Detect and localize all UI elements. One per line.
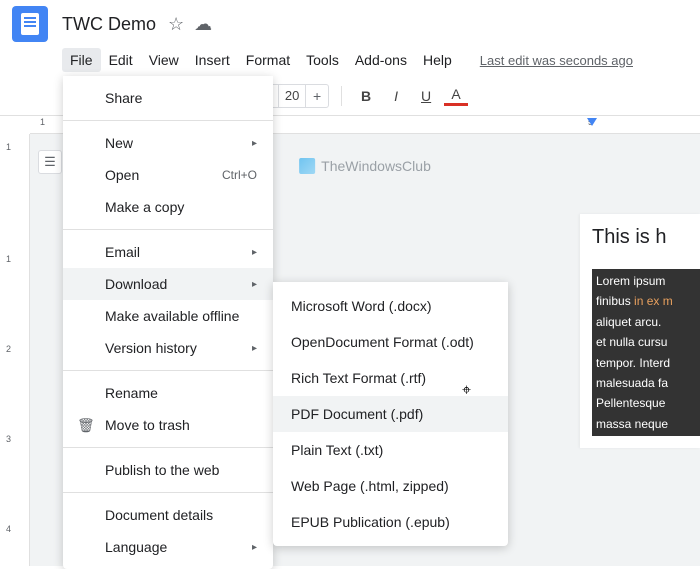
ruler-marker-icon[interactable] [587,118,597,126]
bold-button[interactable]: B [354,84,378,108]
last-edit-link[interactable]: Last edit was seconds ago [480,53,633,68]
download-submenu[interactable]: Microsoft Word (.docx) OpenDocument Form… [273,282,508,546]
file-menu-dropdown[interactable]: Share New▸ OpenCtrl+O Make a copy Email▸… [63,76,273,569]
menu-share[interactable]: Share [63,82,273,114]
chevron-right-icon: ▸ [252,279,257,290]
watermark-icon [299,158,315,174]
chevron-right-icon: ▸ [252,542,257,553]
size-increase-button[interactable]: + [306,85,328,107]
menu-offline[interactable]: Make available offline [63,300,273,332]
menu-rename[interactable]: Rename [63,377,273,409]
ruler-label: 1 [6,142,11,152]
menu-tools[interactable]: Tools [298,48,347,72]
menu-view[interactable]: View [141,48,187,72]
ruler-label: 1 [6,254,11,264]
ruler-label: 2 [6,344,11,354]
size-value[interactable]: 20 [278,85,306,107]
menu-email[interactable]: Email▸ [63,236,273,268]
ruler-label: 1 [40,117,45,127]
docs-logo-icon[interactable] [12,6,48,42]
download-rtf[interactable]: Rich Text Format (.rtf) [273,360,508,396]
chevron-right-icon: ▸ [252,343,257,354]
separator [63,370,273,371]
page-heading[interactable]: This is h [592,226,700,249]
vertical-ruler[interactable]: 1 1 2 3 4 [0,134,30,566]
menu-new[interactable]: New▸ [63,127,273,159]
menu-download[interactable]: Download▸ [63,268,273,300]
ruler-label: 4 [6,524,11,534]
download-txt[interactable]: Plain Text (.txt) [273,432,508,468]
menu-document-details[interactable]: Document details [63,499,273,531]
mouse-cursor-icon: ⌖ [462,382,471,400]
menu-file[interactable]: File [62,48,101,72]
download-pdf[interactable]: PDF Document (.pdf) [273,396,508,432]
download-epub[interactable]: EPUB Publication (.epub) [273,504,508,540]
document-title[interactable]: TWC Demo [62,14,156,35]
separator [63,447,273,448]
ruler-label: 3 [6,434,11,444]
italic-button[interactable]: I [384,84,408,108]
menu-help[interactable]: Help [415,48,460,72]
download-odt[interactable]: OpenDocument Format (.odt) [273,324,508,360]
separator [63,120,273,121]
menu-format[interactable]: Format [238,48,298,72]
watermark: TheWindowsClub [299,158,431,174]
separator [63,492,273,493]
download-docx[interactable]: Microsoft Word (.docx) [273,288,508,324]
chevron-right-icon: ▸ [252,247,257,258]
star-icon[interactable]: ☆ [168,14,184,35]
separator [63,229,273,230]
underline-button[interactable]: U [414,84,438,108]
text-color-button[interactable]: A [444,86,468,106]
menu-make-copy[interactable]: Make a copy [63,191,273,223]
download-html[interactable]: Web Page (.html, zipped) [273,468,508,504]
menu-publish[interactable]: Publish to the web [63,454,273,486]
menu-addons[interactable]: Add-ons [347,48,415,72]
outline-toggle-icon[interactable]: ☰ [38,150,62,174]
menu-version-history[interactable]: Version history▸ [63,332,273,364]
menu-language[interactable]: Language▸ [63,531,273,563]
menu-edit[interactable]: Edit [101,48,141,72]
page[interactable]: This is h Lorem ipsum finibus in ex m al… [580,214,700,448]
selected-text[interactable]: Lorem ipsum finibus in ex m aliquet arcu… [592,269,700,436]
cloud-icon[interactable]: ☁ [194,14,212,35]
chevron-right-icon: ▸ [252,138,257,149]
watermark-text: TheWindowsClub [321,158,431,174]
menu-insert[interactable]: Insert [187,48,238,72]
menu-open[interactable]: OpenCtrl+O [63,159,273,191]
menu-trash[interactable]: 🗑Move to trash [63,409,273,441]
separator [341,86,342,106]
trash-icon: 🗑 [77,417,95,434]
shortcut-label: Ctrl+O [222,168,257,182]
